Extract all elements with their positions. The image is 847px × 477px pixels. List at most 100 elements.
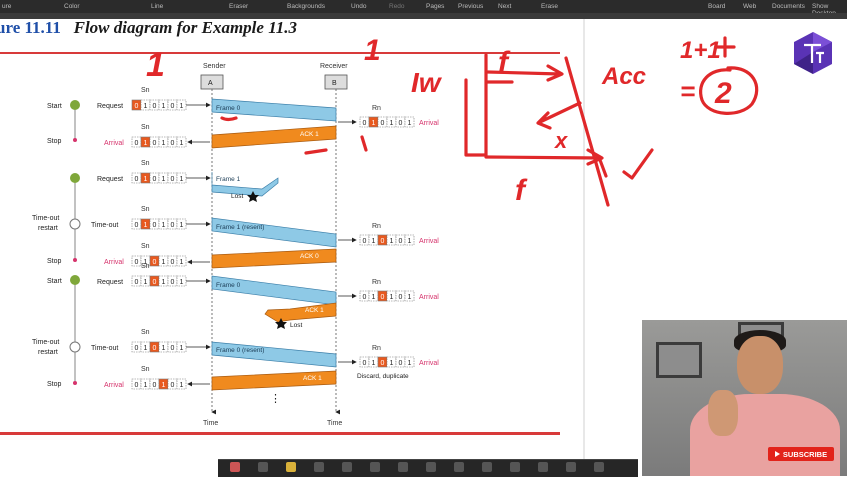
sn-label: Sn [141,206,150,213]
sender-time-label: Time [203,420,218,427]
color-icon[interactable] [510,462,520,472]
continuation-dots: ⋮ [270,393,281,405]
frame-0-resent-band [211,341,337,368]
start-marker-1 [70,100,80,110]
timeout-marker-1 [69,218,81,230]
zoom-icon[interactable] [566,462,576,472]
line-icon[interactable] [426,462,436,472]
sender-window-digit: 0 [171,345,175,352]
lost-label-2: Lost [290,322,302,329]
stop-marker-1 [73,138,77,142]
ink-acc: Acc [601,63,646,90]
sender-window-digit: 0 [171,259,175,266]
receiver-arrival-label: Arrival [419,360,439,367]
receiver-window-digit: 0 [363,294,367,301]
sender-window-digit: 1 [162,345,166,352]
sender-window-digit: 0 [135,345,139,352]
receiver-window-digit: 0 [381,238,385,245]
sender-window-digit: 1 [180,382,184,389]
event-start-1: Start [47,103,62,110]
receiver-arrival-label: Arrival [419,120,439,127]
event-timeout-1b: restart [38,225,58,232]
shape-icon[interactable] [342,462,352,472]
ink-one-b: 1 [364,34,381,67]
sender-window-digit: 1 [180,140,184,147]
text-icon[interactable] [370,462,380,472]
play-icon [774,451,780,457]
sn-label: Sn [141,263,150,270]
rn-label: Rn [372,223,381,230]
sender-window-digit: 0 [153,140,157,147]
event-timeout-1a: Time-out [32,215,59,222]
receiver-label: Receiver [320,63,348,70]
sender-window-digit: 0 [135,382,139,389]
ink-underline-ack [304,148,328,155]
receiver-window-digit: 1 [390,238,394,245]
sender-window-digit: 1 [180,103,184,110]
lost-label-1: Lost [231,193,243,200]
sender-event-label: Time-out [91,222,118,229]
page-bottom [0,459,218,476]
sender-window-digit: 1 [144,382,148,389]
start-marker-2 [70,173,80,183]
receiver-window-digit: 1 [390,294,394,301]
page-icon[interactable] [538,462,548,472]
receiver-arrival-label: Arrival [419,238,439,245]
sender-window-digit: 0 [153,382,157,389]
receiver-window-digit: 0 [399,294,403,301]
sender-window-digit: 1 [180,259,184,266]
receiver-window-digit: 1 [408,238,412,245]
sender-window-digit: 0 [171,103,175,110]
ack-1b-label: ACK 1 [305,307,324,314]
ink-f-bottom: f [515,174,528,207]
ink-two: 2 [714,77,732,110]
receiver-box-label: B [332,80,337,87]
sender-window-digit: 0 [135,103,139,110]
frame-0-resent-label: Frame 0 (resent) [216,347,264,354]
receiver-window-digit: 1 [372,120,376,127]
ink-arrow-return [536,101,582,130]
sender-window-digit: 1 [144,279,148,286]
settings-icon[interactable] [594,462,604,472]
frame-0-label: Frame 0 [216,105,241,112]
highlighter-icon[interactable] [258,462,268,472]
eraser-icon[interactable] [314,462,324,472]
ink-arrow-bottom [484,148,604,166]
sender-window-digit: 0 [171,382,175,389]
sender-event-label: Request [97,279,123,286]
sender-label: Sender [203,63,226,70]
sn-label: Sn [141,124,150,131]
event-stop-1: Stop [47,138,62,145]
receiver-window-digit: 0 [381,120,385,127]
discard-label: Discard, duplicate [357,373,409,380]
redo-icon[interactable] [482,462,492,472]
pen-tool-icon[interactable] [230,462,240,472]
ink-sum: 1+1 [680,37,721,64]
timeout-marker-2 [69,341,81,353]
sender-event-label: Arrival [104,259,124,266]
sender-window-digit: 1 [144,222,148,229]
sender-window-digit: 0 [171,279,175,286]
presenter-head [737,336,783,394]
channel-logo [794,32,832,74]
sender-window-digit: 1 [162,103,166,110]
sender-window-digit: 1 [162,382,166,389]
event-stop-2: Stop [47,258,62,265]
sender-event-label: Arrival [104,382,124,389]
sender-window-digit: 0 [135,222,139,229]
frame-0b-band [211,275,337,306]
ink-check [622,148,654,180]
receiver-window-digit: 1 [408,294,412,301]
sender-event-label: Request [97,176,123,183]
marker-icon[interactable] [286,462,296,472]
subscribe-button[interactable]: SUBSCRIBE [768,447,834,461]
sender-window-digit: 1 [162,222,166,229]
sender-window-digit: 1 [144,176,148,183]
receiver-window-digit: 1 [390,360,394,367]
rn-label: Rn [372,105,381,112]
select-icon[interactable] [398,462,408,472]
sender-window-digit: 1 [180,279,184,286]
receiver-window-digit: 1 [372,294,376,301]
undo-icon[interactable] [454,462,464,472]
receiver-window-digit: 0 [363,360,367,367]
